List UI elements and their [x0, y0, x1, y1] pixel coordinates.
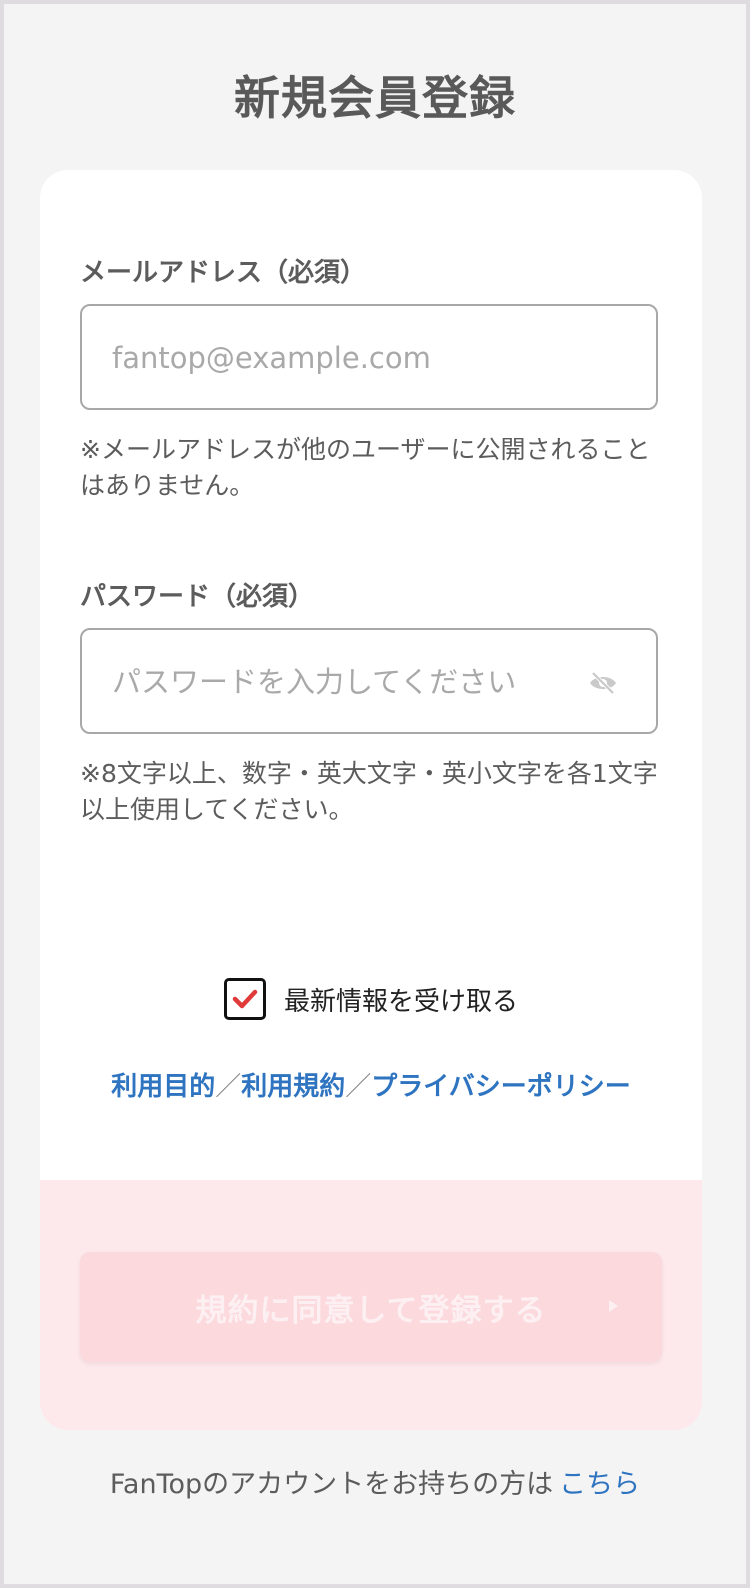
email-note: ※メールアドレスが他のユーザーに公開されることはありません。 — [80, 435, 651, 500]
login-prompt-text: FanTopのアカウントをお持ちの方は — [109, 1469, 554, 1500]
newsletter-row: 最新情報を受け取る — [40, 978, 702, 1020]
login-link[interactable]: こちら — [559, 1469, 640, 1500]
login-prompt: FanTopのアカウントをお持ちの方は こちら — [4, 1462, 746, 1501]
register-button-label: 規約に同意して登録する — [195, 1292, 547, 1329]
submit-area: 規約に同意して登録する — [40, 1180, 702, 1430]
password-field-box — [80, 628, 658, 734]
arrow-right-icon — [609, 1300, 618, 1312]
register-button[interactable]: 規約に同意して登録する — [80, 1252, 662, 1362]
policy-links: 利用目的／利用規約／プライバシーポリシー — [40, 1066, 702, 1103]
eye-off-icon[interactable] — [588, 670, 618, 696]
password-field[interactable] — [110, 630, 584, 734]
email-label: メールアドレス（必須） — [80, 258, 367, 288]
page-title: 新規会員登録 — [234, 71, 516, 125]
email-field-box — [80, 304, 658, 410]
privacy-link[interactable]: プライバシーポリシー — [371, 1072, 630, 1102]
newsletter-checkbox[interactable] — [223, 978, 266, 1020]
checkmark-icon — [232, 989, 258, 1009]
newsletter-label: 最新情報を受け取る — [283, 986, 518, 1017]
terms-link[interactable]: 利用規約 — [241, 1072, 345, 1102]
link-separator: ／ — [215, 1072, 242, 1102]
password-note: ※8文字以上、数字・英大文字・英小文字を各1文字以上使用してください。 — [80, 759, 658, 824]
registration-card: メールアドレス（必須） ※メールアドレスが他のユーザーに公開されることはありませ… — [40, 170, 702, 1430]
password-label: パスワード（必須） — [80, 582, 315, 612]
purpose-link[interactable]: 利用目的 — [111, 1072, 215, 1102]
link-separator: ／ — [345, 1072, 372, 1102]
email-field[interactable] — [110, 306, 584, 410]
